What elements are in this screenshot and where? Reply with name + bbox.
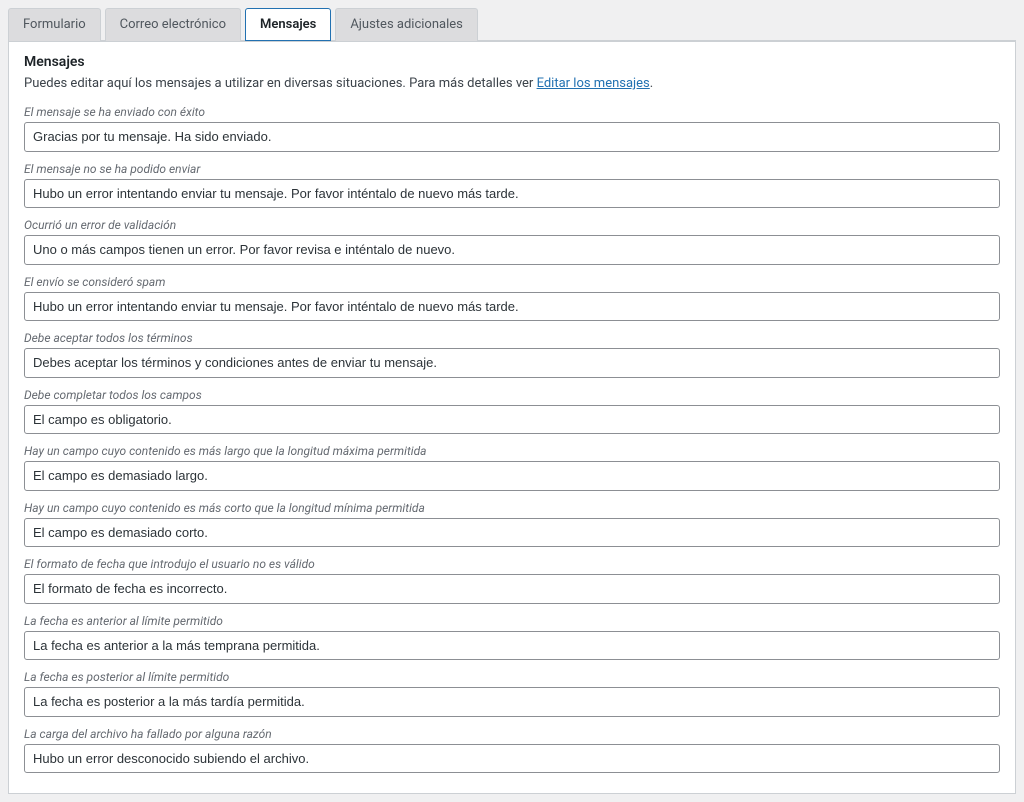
tab-mensajes[interactable]: Mensajes (245, 8, 331, 41)
field-group: El mensaje no se ha podido enviar (24, 162, 1000, 209)
field-label: El envío se consideró spam (24, 275, 1000, 289)
message-input[interactable] (24, 461, 1000, 491)
message-input[interactable] (24, 744, 1000, 774)
field-group: La fecha es anterior al límite permitido (24, 614, 1000, 661)
field-group: El formato de fecha que introdujo el usu… (24, 557, 1000, 604)
tabs: Formulario Correo electrónico Mensajes A… (8, 8, 1016, 41)
field-label: Debe aceptar todos los términos (24, 331, 1000, 345)
field-label: La carga del archivo ha fallado por algu… (24, 727, 1000, 741)
message-input[interactable] (24, 405, 1000, 435)
field-group: Debe aceptar todos los términos (24, 331, 1000, 378)
field-label: La fecha es posterior al límite permitid… (24, 670, 1000, 684)
tab-correo[interactable]: Correo electrónico (105, 8, 241, 41)
message-input[interactable] (24, 235, 1000, 265)
field-group: Hay un campo cuyo contenido es más largo… (24, 444, 1000, 491)
message-input[interactable] (24, 687, 1000, 717)
field-label: La fecha es anterior al límite permitido (24, 614, 1000, 628)
field-group: La fecha es posterior al límite permitid… (24, 670, 1000, 717)
field-label: Ocurrió un error de validación (24, 218, 1000, 232)
field-group: Debe completar todos los campos (24, 388, 1000, 435)
fields-container: El mensaje se ha enviado con éxito El men… (24, 105, 1000, 773)
field-group: Hay un campo cuyo contenido es más corto… (24, 501, 1000, 548)
tab-ajustes[interactable]: Ajustes adicionales (335, 8, 478, 41)
field-group: Ocurrió un error de validación (24, 218, 1000, 265)
message-input[interactable] (24, 631, 1000, 661)
message-input[interactable] (24, 518, 1000, 548)
message-input[interactable] (24, 179, 1000, 209)
messages-panel: Mensajes Puedes editar aquí los mensajes… (8, 41, 1016, 794)
message-input[interactable] (24, 122, 1000, 152)
field-label: El formato de fecha que introdujo el usu… (24, 557, 1000, 571)
intro-text-b: . (650, 76, 653, 91)
field-label: El mensaje se ha enviado con éxito (24, 105, 1000, 119)
field-group: El mensaje se ha enviado con éxito (24, 105, 1000, 152)
field-group: El envío se consideró spam (24, 275, 1000, 322)
tab-formulario[interactable]: Formulario (8, 8, 101, 41)
field-label: Debe completar todos los campos (24, 388, 1000, 402)
field-label: Hay un campo cuyo contenido es más corto… (24, 501, 1000, 515)
panel-intro: Puedes editar aquí los mensajes a utiliz… (24, 76, 1000, 91)
intro-text-a: Puedes editar aquí los mensajes a utiliz… (24, 76, 537, 91)
edit-messages-link[interactable]: Editar los mensajes (537, 76, 650, 91)
panel-title: Mensajes (24, 54, 1000, 70)
message-input[interactable] (24, 574, 1000, 604)
field-label: El mensaje no se ha podido enviar (24, 162, 1000, 176)
message-input[interactable] (24, 348, 1000, 378)
message-input[interactable] (24, 292, 1000, 322)
field-group: La carga del archivo ha fallado por algu… (24, 727, 1000, 774)
field-label: Hay un campo cuyo contenido es más largo… (24, 444, 1000, 458)
